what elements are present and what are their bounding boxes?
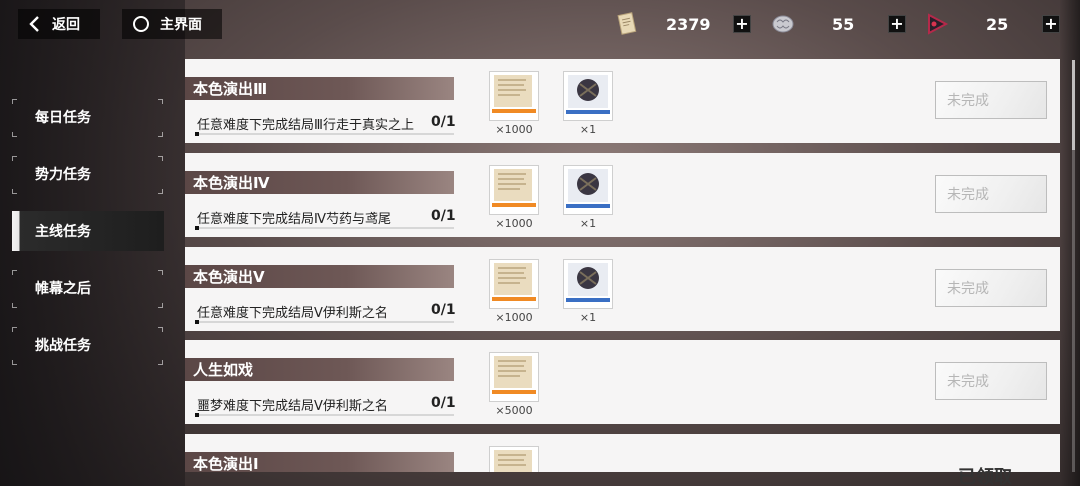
quest-title: 人生如戏: [193, 361, 254, 379]
quest-description: 任意难度下完成结局Ⅲ行走于真实之上: [197, 118, 414, 133]
quest-card: 人生如戏 噩梦难度下完成结局Ⅴ伊利斯之名 0/1 ×5000 未完成: [185, 340, 1060, 424]
reward-count: ×1000: [495, 123, 533, 136]
claim-button-label: 未完成: [947, 93, 989, 109]
add-resource-1-button[interactable]: +: [733, 15, 751, 33]
quest-description: 任意难度下完成结局Ⅳ芍药与鸢尾: [197, 212, 391, 227]
supply-crate-icon: [566, 75, 610, 114]
reward-count: ×1000: [495, 217, 533, 230]
quest-title-bar: 本色演出Ⅲ: [185, 77, 454, 100]
quest-title: 本色演出Ⅳ: [193, 174, 270, 192]
nav-item-faction[interactable]: 势力任务: [12, 154, 164, 194]
reward-count: ×1: [579, 217, 597, 230]
nav-item-label: 帷幕之后: [35, 281, 91, 297]
add-resource-3-button[interactable]: +: [1042, 15, 1060, 33]
quest-card: 本色演出Ⅲ 任意难度下完成结局Ⅲ行走于真实之上 0/1 ×1000 ×1 未完成: [185, 59, 1060, 143]
reward-count: ×5000: [495, 404, 533, 417]
resource-value-3: 25: [986, 14, 1009, 34]
reward-supply[interactable]: [563, 259, 613, 309]
quest-progress-bar: [195, 413, 454, 417]
claim-button-label: 未完成: [947, 281, 989, 297]
nav-item-label: 每日任务: [35, 110, 91, 126]
nav-bracket: [12, 303, 17, 308]
reward-count: ×1: [579, 311, 597, 324]
reward-paper[interactable]: [489, 352, 539, 402]
nav-item-daily[interactable]: 每日任务: [12, 97, 164, 137]
quest-description: 任意难度下完成结局Ⅴ伊利斯之名: [197, 306, 388, 321]
quest-card: 本色演出Ⅴ 任意难度下完成结局Ⅴ伊利斯之名 0/1 ×1000 ×1 未完成: [185, 247, 1060, 331]
nav-bracket: [12, 360, 17, 365]
resource-value-2: 55: [832, 14, 855, 34]
home-button[interactable]: 主界面: [122, 9, 222, 39]
nav-bracket: [158, 132, 163, 137]
nav-item-behind-curtain[interactable]: 帷幕之后: [12, 268, 164, 308]
back-button[interactable]: 返回: [18, 9, 100, 39]
quest-title: 本色演出Ⅲ: [193, 80, 268, 98]
quest-title-bar: 本色演出Ⅴ: [185, 265, 454, 288]
background-right-shade: [1060, 0, 1080, 486]
nav-bracket: [158, 189, 163, 194]
nav-bracket: [12, 132, 17, 137]
paper-scroll-icon: [492, 169, 536, 207]
quest-progress: 0/1: [431, 208, 456, 224]
quest-title-bar: 本色演出Ⅳ: [185, 171, 454, 194]
nav-item-label: 势力任务: [35, 167, 91, 183]
reward-paper[interactable]: [489, 165, 539, 215]
back-label: 返回: [52, 17, 80, 33]
brain-icon: [772, 15, 794, 33]
quest-title-bar: 本色演出Ⅰ: [185, 452, 454, 472]
reward-paper[interactable]: [489, 446, 539, 472]
nav-bracket: [12, 189, 17, 194]
supply-crate-icon: [566, 169, 610, 208]
paper-scroll-icon: [494, 450, 532, 472]
claim-button-label: 未完成: [947, 374, 989, 390]
nav-item-label: 挑战任务: [35, 338, 91, 354]
paper-scroll-icon: [492, 263, 536, 301]
quest-card: 本色演出Ⅰ: [185, 434, 1060, 472]
home-label: 主界面: [160, 17, 202, 33]
reward-supply[interactable]: [563, 165, 613, 215]
nav-bracket: [158, 303, 163, 308]
add-resource-2-button[interactable]: +: [888, 15, 906, 33]
claim-button[interactable]: 未完成: [935, 175, 1047, 213]
nav-item-label: 主线任务: [35, 224, 91, 240]
nav-bracket: [158, 360, 163, 365]
quest-progress-bar: [195, 132, 454, 136]
document-icon: [617, 12, 637, 35]
paper-scroll-icon: [492, 75, 536, 113]
quest-description: 噩梦难度下完成结局Ⅴ伊利斯之名: [197, 399, 388, 414]
reward-supply[interactable]: [563, 71, 613, 121]
reward-paper[interactable]: [489, 71, 539, 121]
claim-button[interactable]: 未完成: [935, 362, 1047, 400]
quest-card: 本色演出Ⅳ 任意难度下完成结局Ⅳ芍药与鸢尾 0/1 ×1000 ×1 未完成: [185, 153, 1060, 237]
reward-count: ×1000: [495, 311, 533, 324]
top-bar: 返回 主界面 2379 + 55 + 25 +: [0, 0, 1080, 48]
paper-scroll-icon: [492, 356, 536, 394]
home-circle-icon: [133, 16, 149, 32]
triangle-emblem-icon: [928, 13, 949, 35]
scrollbar[interactable]: [1072, 60, 1075, 472]
claim-button[interactable]: 未完成: [935, 81, 1047, 119]
quest-title: 本色演出Ⅴ: [193, 268, 265, 286]
scrollbar-thumb[interactable]: [1072, 60, 1075, 150]
reward-paper[interactable]: [489, 259, 539, 309]
quest-progress-bar: [195, 320, 454, 324]
chevron-left-icon: [29, 16, 39, 32]
quest-progress: 0/1: [431, 114, 456, 130]
nav-item-challenge[interactable]: 挑战任务: [12, 325, 164, 365]
quest-title: 本色演出Ⅰ: [193, 455, 259, 472]
resource-value-1: 2379: [666, 14, 711, 34]
quest-progress: 0/1: [431, 395, 456, 411]
claim-button-label: 未完成: [947, 187, 989, 203]
claim-button[interactable]: 未完成: [935, 269, 1047, 307]
quest-progress: 0/1: [431, 302, 456, 318]
nav-item-main[interactable]: 主线任务: [12, 211, 164, 251]
reward-count: ×1: [579, 123, 597, 136]
quest-progress-bar: [195, 226, 454, 230]
claimed-status: 已领取: [958, 467, 1012, 486]
quest-title-bar: 人生如戏: [185, 358, 454, 381]
supply-crate-icon: [566, 263, 610, 302]
